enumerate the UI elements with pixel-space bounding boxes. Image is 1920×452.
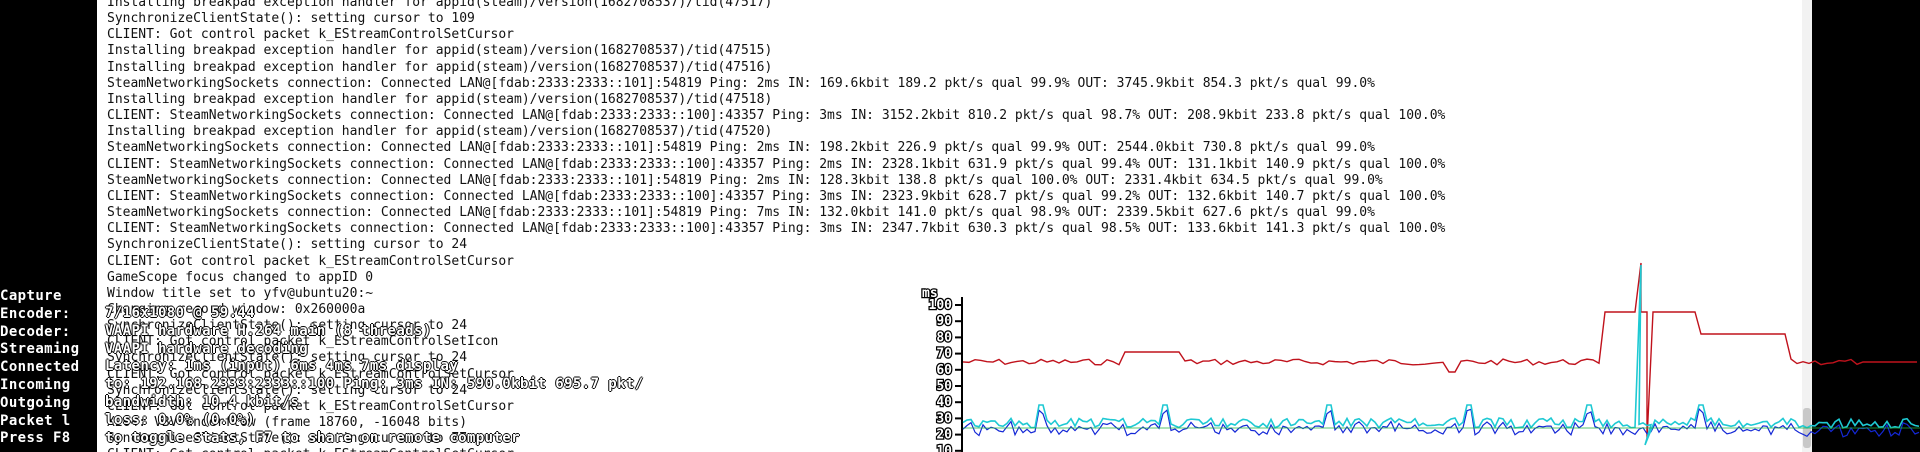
graph-tick-label: 20 bbox=[936, 428, 952, 443]
graph-tick-label: 80 bbox=[936, 330, 952, 345]
graph-tick-label: 60 bbox=[936, 363, 952, 378]
graph-series-red bbox=[962, 262, 1917, 441]
stats-overlay-values: 7/16x1080 @ 59.44 VAAPI hardware H.264 ma… bbox=[105, 305, 644, 447]
stats-value-line: bandwidth: 10.4 kbit/s bbox=[105, 393, 300, 410]
stats-value-line: VAAPI hardware decoding bbox=[105, 340, 309, 357]
graph-y-ticks: 1009080 7060504030 2010 bbox=[927, 297, 963, 452]
stats-value-line: to toggle stats, F7 to share on remote c… bbox=[105, 429, 520, 446]
stats-value-line: 7/16x1080 @ 59.44 bbox=[105, 305, 256, 321]
stats-value-line: Latency: 1ms (input) 6ms 4ms 7ms display bbox=[105, 358, 459, 375]
graph-tick-label: 50 bbox=[936, 379, 952, 394]
graph-tick-label: 100 bbox=[929, 298, 953, 313]
stats-value-line: loss: 0.0% (0.0%) bbox=[105, 411, 256, 428]
graph-series bbox=[962, 262, 1920, 446]
graph-tick-label: 40 bbox=[936, 395, 952, 410]
stats-label: Capture bbox=[0, 288, 62, 304]
stats-value-line: to: 192.168.2333:2333::100 Ping: 3ms IN:… bbox=[105, 376, 644, 393]
stats-value-line: VAAPI hardware H.264 main (8 threads) bbox=[105, 322, 432, 339]
graph-series-cyan bbox=[962, 264, 1920, 446]
graph-tick-label: 30 bbox=[936, 411, 952, 426]
graph-tick-label: 10 bbox=[936, 444, 952, 452]
graph-tick-label: 90 bbox=[936, 314, 952, 329]
graph-tick-label: 70 bbox=[936, 347, 952, 362]
